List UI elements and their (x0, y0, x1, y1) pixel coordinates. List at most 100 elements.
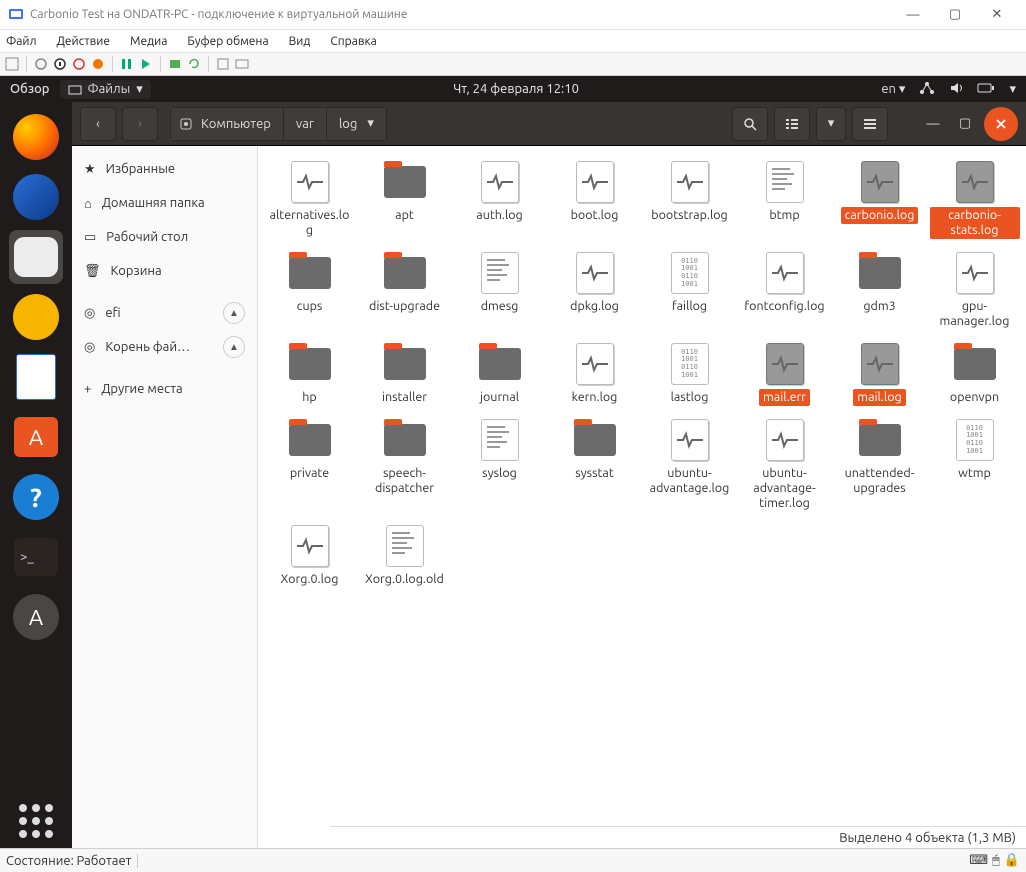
side-home[interactable]: ⌂Домашняя папка (72, 186, 257, 220)
window-minimize[interactable]: — (920, 107, 946, 141)
dock-software[interactable]: A (9, 410, 63, 464)
pause-icon[interactable] (119, 56, 135, 72)
file-item[interactable]: ubuntu-advantage-timer.log (737, 414, 832, 516)
file-item[interactable]: gdm3 (832, 247, 927, 334)
start-icon[interactable] (33, 56, 49, 72)
share-icon[interactable] (215, 56, 231, 72)
file-item[interactable]: kern.log (547, 338, 642, 410)
dock-terminal[interactable]: >_ (9, 530, 63, 584)
search-button[interactable] (732, 107, 768, 141)
file-item[interactable]: apt (357, 156, 452, 243)
ctrlaltdel-icon[interactable] (4, 56, 20, 72)
dock-updater[interactable]: A (9, 590, 63, 644)
file-item[interactable]: syslog (452, 414, 547, 516)
file-item[interactable]: fontconfig.log (737, 247, 832, 334)
file-item[interactable]: private (262, 414, 357, 516)
file-item[interactable]: mail.log (832, 338, 927, 410)
snapshot-icon[interactable] (167, 56, 183, 72)
side-rootfs[interactable]: ◎Корень фай…▲ (72, 330, 257, 364)
window-maximize[interactable]: ▢ (952, 107, 978, 141)
file-label: openvpn (946, 389, 1003, 406)
view-dropdown[interactable]: ▾ (816, 107, 846, 141)
dock-firefox[interactable] (9, 110, 63, 164)
file-item[interactable]: bootstrap.log (642, 156, 737, 243)
dock-rhythmbox[interactable] (9, 290, 63, 344)
revert-icon[interactable] (186, 56, 202, 72)
file-item[interactable]: unattended-upgrades (832, 414, 927, 516)
menu-view[interactable]: Вид (289, 35, 311, 48)
path-root[interactable]: Компьютер (170, 107, 284, 141)
file-item[interactable]: carbonio-stats.log (927, 156, 1022, 243)
file-item[interactable]: carbonio.log (832, 156, 927, 243)
side-favorites[interactable]: ★Избранные (72, 152, 257, 186)
menu-media[interactable]: Медиа (130, 35, 167, 48)
path-var[interactable]: var (284, 107, 327, 141)
file-item[interactable]: gpu-manager.log (927, 247, 1022, 334)
chevron-down-icon[interactable]: ▾ (1009, 82, 1016, 97)
file-item[interactable]: speech-dispatcher (357, 414, 452, 516)
host-minimize[interactable]: — (892, 1, 934, 29)
side-efi[interactable]: ◎efi▲ (72, 296, 257, 330)
play-icon[interactable] (138, 56, 154, 72)
host-maximize[interactable]: ▢ (934, 1, 976, 29)
dock-libreoffice[interactable] (9, 350, 63, 404)
file-view[interactable]: alternatives.logaptauth.log boot.log boots… (258, 146, 1026, 848)
file-item[interactable]: Xorg.0.log (262, 520, 357, 592)
dock-files[interactable] (9, 230, 63, 284)
file-item[interactable]: dmesg (452, 247, 547, 334)
file-item[interactable]: ubuntu-advantage.log (642, 414, 737, 516)
file-item[interactable]: hp (262, 338, 357, 410)
side-trash[interactable]: 🗑Корзина (72, 254, 257, 288)
window-close[interactable] (984, 107, 1018, 141)
app-menu[interactable]: Файлы ▾ (60, 80, 151, 99)
volume-icon[interactable] (949, 81, 963, 98)
file-item[interactable]: 0110100101101001wtmp (927, 414, 1022, 516)
menu-action[interactable]: Действие (57, 35, 111, 48)
view-list-button[interactable] (774, 107, 810, 141)
file-item[interactable]: 0110100101101001lastlog (642, 338, 737, 410)
poweroff-icon[interactable] (52, 56, 68, 72)
dock-show-apps[interactable] (9, 794, 63, 848)
eject-icon[interactable]: ▲ (223, 302, 245, 324)
reset-icon[interactable] (90, 56, 106, 72)
eject-icon[interactable]: ▲ (223, 336, 245, 358)
battery-icon[interactable] (977, 82, 995, 97)
dock-thunderbird[interactable] (9, 170, 63, 224)
menu-help[interactable]: Справка (330, 35, 376, 48)
file-item[interactable]: auth.log (452, 156, 547, 243)
hamburger-menu[interactable] (852, 107, 888, 141)
file-item[interactable]: dist-upgrade (357, 247, 452, 334)
enhanced-icon[interactable] (234, 56, 250, 72)
dock-help[interactable]: ? (9, 470, 63, 524)
file-item[interactable]: btmp (737, 156, 832, 243)
file-item[interactable]: journal (452, 338, 547, 410)
input-lang[interactable]: en ▾ (881, 82, 905, 97)
back-button[interactable]: ‹ (80, 107, 116, 141)
file-item[interactable]: installer (357, 338, 452, 410)
file-item[interactable]: mail.err (737, 338, 832, 410)
menu-clipboard[interactable]: Буфер обмена (187, 35, 268, 48)
shutdown-icon[interactable] (71, 56, 87, 72)
path-log[interactable]: log▾ (327, 107, 387, 141)
activities-button[interactable]: Обзор (10, 82, 50, 96)
file-item[interactable]: openvpn (927, 338, 1022, 410)
file-item[interactable]: Xorg.0.log.old (357, 520, 452, 592)
host-close[interactable]: ✕ (976, 1, 1018, 29)
file-item[interactable]: cups (262, 247, 357, 334)
side-other[interactable]: +Другие места (72, 372, 257, 406)
file-item[interactable]: sysstat (547, 414, 642, 516)
file-icon (856, 342, 904, 386)
clock[interactable]: Чт, 24 февраля 12:10 (151, 82, 882, 96)
menu-file[interactable]: Файл (6, 35, 37, 48)
forward-button[interactable]: › (122, 107, 158, 141)
file-label: boot.log (567, 207, 623, 224)
file-item[interactable]: boot.log (547, 156, 642, 243)
side-desktop[interactable]: ▭Рабочий стол (72, 220, 257, 254)
network-icon[interactable] (919, 81, 935, 98)
file-item[interactable]: dpkg.log (547, 247, 642, 334)
file-label: Xorg.0.log (277, 571, 343, 588)
file-item[interactable]: 0110100101101001faillog (642, 247, 737, 334)
file-item[interactable]: alternatives.log (262, 156, 357, 243)
nautilus-headerbar: ‹ › Компьютер var log▾ ▾ — ▢ (72, 102, 1026, 146)
file-label: kern.log (568, 389, 622, 406)
